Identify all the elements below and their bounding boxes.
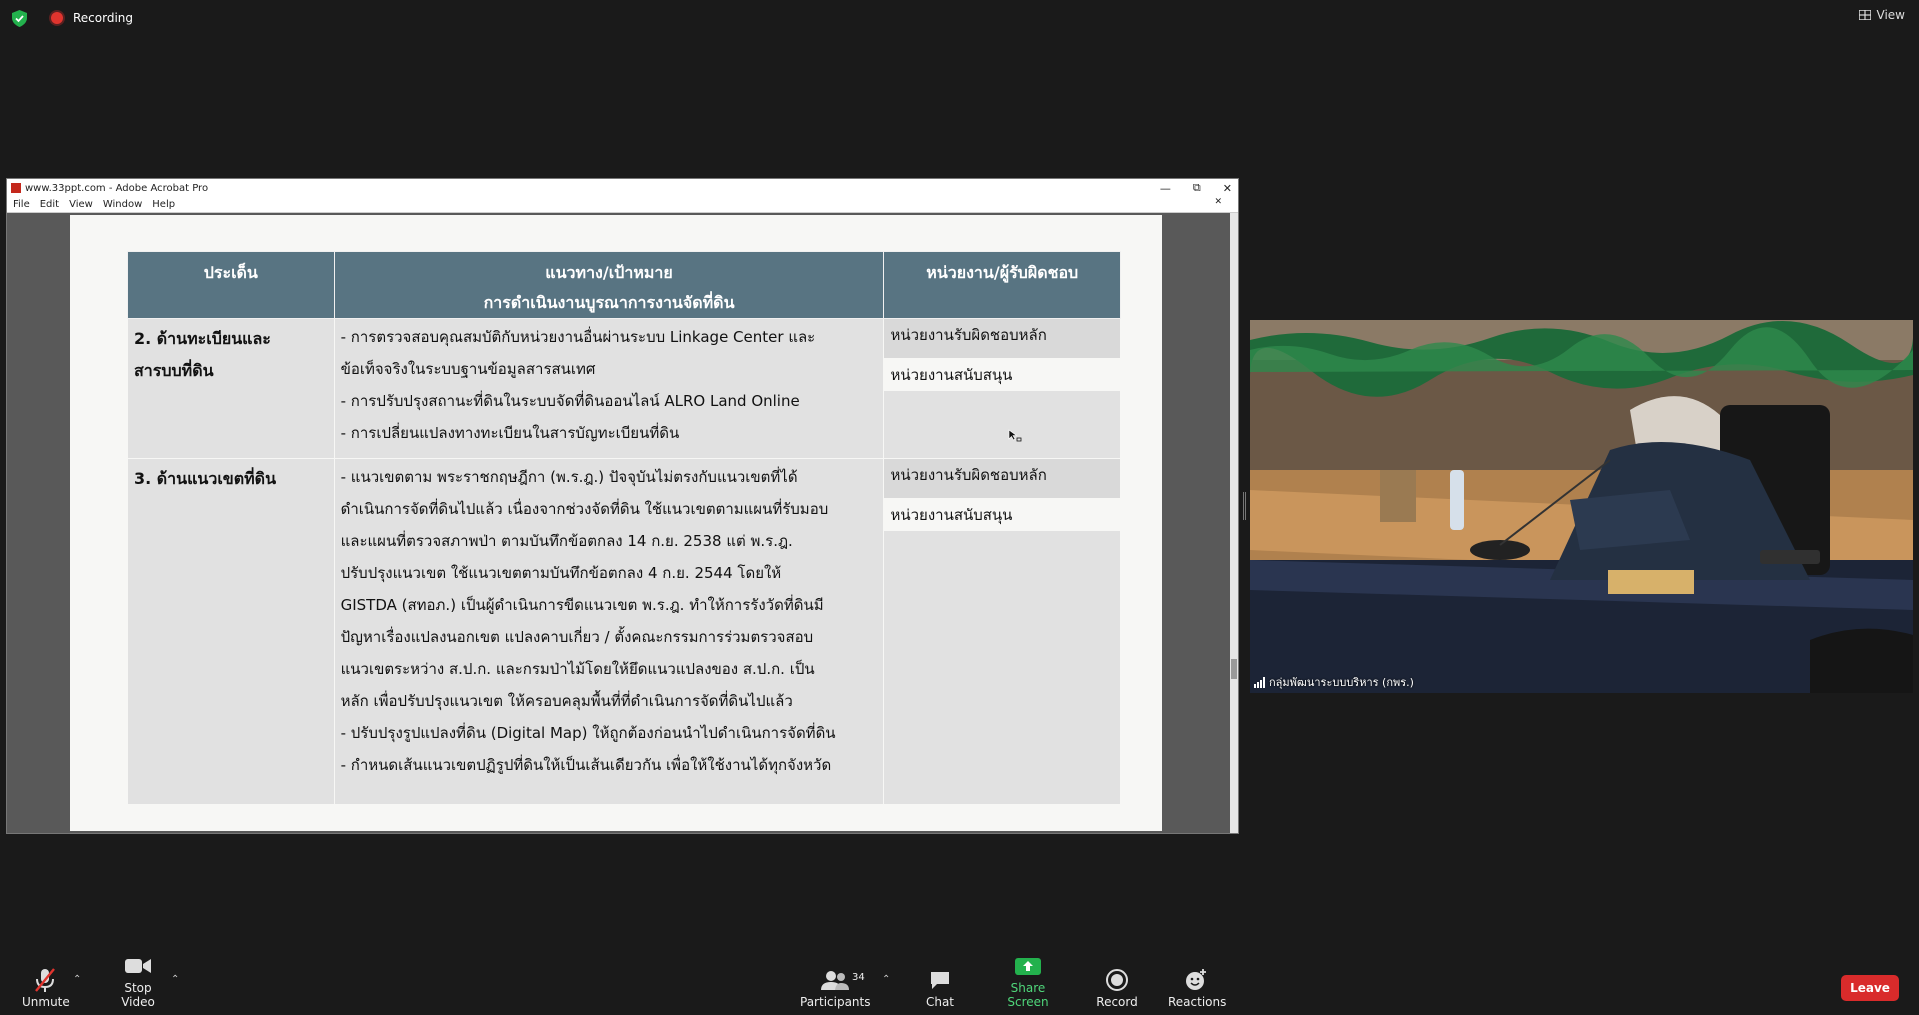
video-camera-icon	[125, 959, 151, 973]
menu-help[interactable]: Help	[152, 199, 175, 210]
stop-video-label: Stop Video	[121, 981, 155, 1009]
approach-line: และแผนที่ตรวจสภาพป่า ตามบันทึกข้อตกลง 14…	[340, 532, 793, 550]
window-controls: — ⧉ ✕	[1160, 179, 1232, 197]
approach-line: - การปรับปรุงสถานะที่ดินในระบบจัดที่ดินอ…	[340, 392, 800, 410]
split-handle[interactable]	[1243, 492, 1246, 520]
unmute-label: Unmute	[22, 995, 70, 1009]
recording-label[interactable]: Recording	[73, 11, 133, 25]
approach-line: ปรับปรุงแนวเขต ใช้แนวเขตตามบันทึกข้อตกลง…	[340, 564, 782, 582]
participant-video[interactable]: กลุ่มพัฒนาระบบบริหาร (กพร.)	[1250, 320, 1913, 693]
window-titlebar[interactable]: www.33ppt.com - Adobe Acrobat Pro — ⧉ ✕	[7, 179, 1238, 197]
grid-view-icon	[1858, 10, 1871, 20]
menu-file[interactable]: File	[13, 199, 30, 210]
meeting-toolbar: Unmute ⌃ Stop Video ⌃ Participants 34 ⌃	[0, 945, 1919, 1015]
approach-line: - กำหนดเส้นแนวเขตปฏิรูปที่ดินให้เป็นเส้น…	[340, 756, 832, 774]
cursor-icon	[1008, 429, 1022, 442]
meeting-status: Recording	[12, 8, 133, 28]
header-responsible: หน่วยงาน/ผู้รับผิดชอบ	[883, 251, 1121, 319]
record-icon	[1106, 969, 1128, 991]
responsible-cell: หน่วยงานรับผิดชอบหลัก หน่วยงานสนับสนุน	[883, 318, 1121, 459]
signal-icon	[1254, 676, 1265, 688]
approach-line: - ปรับปรุงรูปแปลงที่ดิน (Digital Map) ให…	[340, 724, 836, 742]
header-approach-line1: แนวทาง/เป้าหมาย	[545, 263, 673, 282]
table-row: 2. ด้านทะเบียนและ สารบบที่ดิน - การตรวจส…	[127, 318, 1121, 459]
video-options-chevron-up-icon[interactable]: ⌃	[171, 974, 179, 985]
slide-page: ประเด็น แนวทาง/เป้าหมาย การดำเนินงานบูรณ…	[70, 215, 1162, 831]
doc-close-icon[interactable]: ✕	[1214, 197, 1222, 207]
audio-options-chevron-up-icon[interactable]: ⌃	[73, 974, 81, 985]
approach-line: - แนวเขตตาม พระราชกฤษฎีกา (พ.ร.ฎ.) ปัจจุ…	[340, 468, 798, 486]
approach-line: ดำเนินการจัดที่ดินไปแล้ว เนื่องจากช่วงจั…	[340, 500, 829, 518]
participants-options-chevron-up-icon[interactable]: ⌃	[882, 974, 890, 985]
reactions-icon	[1186, 969, 1206, 990]
approach-cell: - แนวเขตตาม พระราชกฤษฎีกา (พ.ร.ฎ.) ปัจจุ…	[333, 458, 885, 805]
stop-video-button[interactable]: Stop Video	[108, 951, 168, 1009]
main-unit: หน่วยงานรับผิดชอบหลัก	[884, 459, 1120, 499]
participants-icon	[821, 971, 849, 990]
topic-line: สารบบที่ดิน	[134, 361, 214, 380]
leave-button[interactable]: Leave	[1841, 975, 1899, 1001]
share-screen-button[interactable]: Share Screen	[990, 951, 1066, 1009]
table-row: 3. ด้านแนวเขตที่ดิน - แนวเขตตาม พระราชกฤ…	[127, 458, 1121, 805]
shared-window: www.33ppt.com - Adobe Acrobat Pro — ⧉ ✕ …	[6, 178, 1239, 834]
unmute-button[interactable]: Unmute	[22, 965, 70, 1009]
header-approach-line2: การดำเนินงานบูรณาการงานจัดที่ดิน	[483, 293, 735, 312]
close-icon[interactable]: ✕	[1223, 182, 1232, 195]
support-unit: หน่วยงานสนับสนุน	[884, 499, 1120, 531]
record-label: Record	[1096, 995, 1138, 1009]
chat-icon	[931, 972, 949, 989]
slide-table: ประเด็น แนวทาง/เป้าหมาย การดำเนินงานบูรณ…	[127, 251, 1121, 805]
participants-label: Participants	[800, 995, 871, 1009]
record-button[interactable]: Record	[1096, 965, 1138, 1009]
video-frame	[1250, 320, 1913, 693]
share-screen-icon	[1015, 958, 1041, 975]
reactions-button[interactable]: Reactions	[1168, 965, 1227, 1009]
menu-edit[interactable]: Edit	[40, 199, 59, 210]
responsible-cell: หน่วยงานรับผิดชอบหลัก หน่วยงานสนับสนุน	[883, 458, 1121, 805]
approach-cell: - การตรวจสอบคุณสมบัติกับหน่วยงานอื่นผ่าน…	[333, 318, 885, 459]
approach-line: GISTDA (สทอภ.) เป็นผู้ดำเนินการขีดแนวเขต…	[340, 596, 824, 614]
topic-cell: 3. ด้านแนวเขตที่ดิน	[127, 458, 335, 805]
chat-label: Chat	[925, 995, 955, 1009]
approach-line: ปัญหาเรื่องแปลงนอกเขต แปลงคาบเกี่ยว / ตั…	[340, 628, 814, 646]
menu-bar: File Edit View Window Help ✕	[7, 197, 1238, 213]
support-unit: หน่วยงานสนับสนุน	[884, 359, 1120, 391]
approach-line: หลัก เพื่อปรับปรุงแนวเขต ให้ครอบคลุมพื้น…	[340, 692, 793, 710]
table-header-row: ประเด็น แนวทาง/เป้าหมาย การดำเนินงานบูรณ…	[127, 251, 1121, 319]
window-title: www.33ppt.com - Adobe Acrobat Pro	[25, 182, 209, 194]
muted-mic-icon	[35, 968, 55, 992]
document-area[interactable]: ประเด็น แนวทาง/เป้าหมาย การดำเนินงานบูรณ…	[7, 213, 1232, 833]
topic-cell: 2. ด้านทะเบียนและ สารบบที่ดิน	[127, 318, 335, 459]
view-button[interactable]: View	[1858, 8, 1905, 22]
participant-name: กลุ่มพัฒนาระบบบริหาร (กพร.)	[1269, 676, 1414, 689]
chat-button[interactable]: Chat	[922, 965, 958, 1009]
approach-line: แนวเขตระหว่าง ส.ป.ก. และกรมป่าไม้โดยให้ย…	[340, 660, 815, 678]
approach-line: - การเปลี่ยนแปลงทางทะเบียนในสารบัญทะเบีย…	[340, 424, 680, 442]
menu-view[interactable]: View	[69, 199, 93, 210]
topic-line: 2. ด้านทะเบียนและ	[134, 329, 271, 348]
header-topic: ประเด็น	[127, 251, 335, 319]
vertical-scrollbar[interactable]	[1230, 213, 1238, 833]
participants-count: 34	[852, 972, 865, 983]
scrollbar-thumb[interactable]	[1231, 659, 1237, 679]
share-screen-label: Share Screen	[1007, 981, 1049, 1009]
minimize-icon[interactable]: —	[1160, 182, 1171, 195]
header-approach: แนวทาง/เป้าหมาย การดำเนินงานบูรณาการงานจ…	[333, 251, 885, 319]
main-unit: หน่วยงานรับผิดชอบหลัก	[884, 319, 1120, 359]
recording-icon	[51, 12, 63, 24]
acrobat-icon	[11, 183, 21, 193]
approach-line: ข้อเท็จจริงในระบบฐานข้อมูลสารสนเทศ	[340, 360, 596, 378]
view-label: View	[1876, 8, 1905, 22]
menu-window[interactable]: Window	[103, 199, 142, 210]
reactions-label: Reactions	[1168, 995, 1227, 1009]
approach-line: - การตรวจสอบคุณสมบัติกับหน่วยงานอื่นผ่าน…	[340, 328, 816, 346]
restore-icon[interactable]: ⧉	[1193, 181, 1201, 195]
topic-line: 3. ด้านแนวเขตที่ดิน	[134, 469, 276, 488]
participant-name-label: กลุ่มพัฒนาระบบบริหาร (กพร.)	[1254, 673, 1414, 691]
shield-icon[interactable]	[12, 9, 27, 27]
